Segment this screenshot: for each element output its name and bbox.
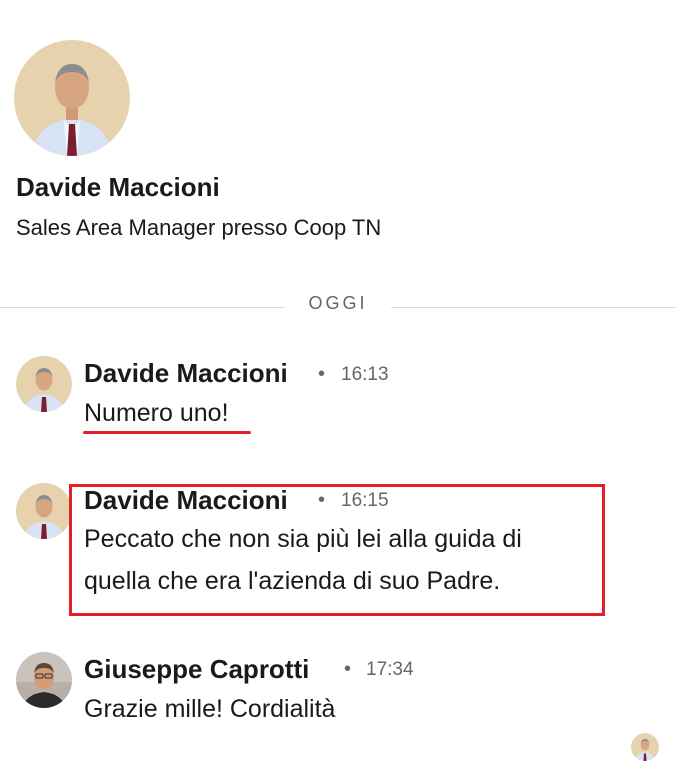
red-box-annotation xyxy=(69,484,605,616)
seen-receipt-avatar xyxy=(631,733,659,761)
sender-name[interactable]: Davide Maccioni xyxy=(84,358,288,389)
separator-dot: • xyxy=(318,363,326,385)
sender-name[interactable]: Giuseppe Caprotti xyxy=(84,654,309,685)
message-text: Grazie mille! Cordialità xyxy=(84,695,336,723)
sender-avatar[interactable] xyxy=(16,652,72,708)
message-time: 17:34 xyxy=(366,659,414,680)
separator-dot: • xyxy=(344,658,352,680)
red-underline-annotation xyxy=(83,431,251,434)
profile-header: Davide Maccioni Sales Area Manager press… xyxy=(14,40,614,240)
divider-line-left xyxy=(0,307,285,308)
sender-avatar[interactable] xyxy=(16,356,72,412)
date-divider-label: OGGI xyxy=(308,293,368,313)
profile-name[interactable]: Davide Maccioni xyxy=(16,172,220,203)
profile-avatar[interactable] xyxy=(14,40,130,156)
message-text: Numero uno! xyxy=(84,399,229,427)
divider-line-right xyxy=(391,307,675,308)
message-time: 16:13 xyxy=(341,364,389,385)
sender-avatar[interactable] xyxy=(16,483,72,539)
profile-headline: Sales Area Manager presso Coop TN xyxy=(16,215,382,240)
